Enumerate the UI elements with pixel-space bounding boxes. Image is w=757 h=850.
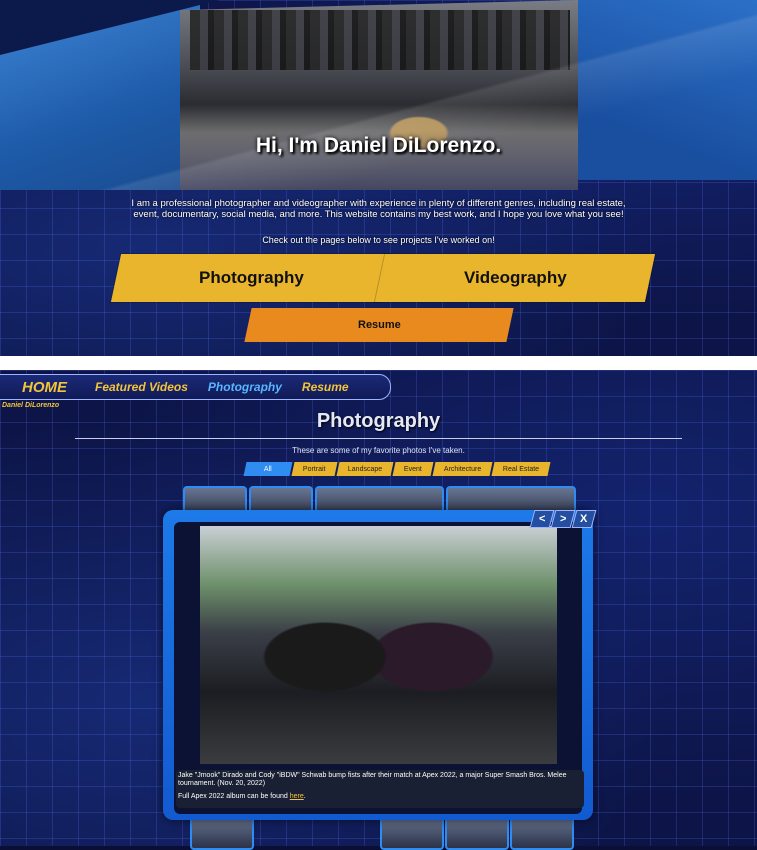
site-name: Daniel DiLorenzo — [2, 402, 60, 409]
photography-button[interactable]: Photography — [110, 254, 392, 302]
nav-featured-videos[interactable]: Featured Videos — [85, 380, 198, 394]
album-link[interactable]: here — [290, 793, 304, 800]
nav-resume[interactable]: Resume — [292, 380, 359, 394]
album-text: Full Apex 2022 album can be found here. — [178, 793, 306, 800]
page-subtitle: These are some of my favorite photos I'v… — [292, 446, 465, 455]
gallery-thumbnail[interactable] — [445, 815, 509, 850]
photography-button-label: Photography — [198, 268, 304, 287]
filter-portrait[interactable]: Portrait — [291, 462, 338, 476]
section-divider — [0, 356, 757, 370]
videography-button[interactable]: Videography — [374, 254, 656, 302]
filter-real-estate[interactable]: Real Estate — [491, 462, 551, 476]
gallery-thumbnail[interactable] — [510, 815, 574, 850]
gallery-thumbnail[interactable] — [380, 815, 444, 850]
hero-check-out-text: Check out the pages below to see project… — [262, 235, 495, 245]
lightbox-caption: Jake "Jmook" Dirado and Cody "iBDW" Schw… — [176, 770, 584, 808]
top-navbar: HOME Featured Videos Photography Resume — [0, 374, 391, 400]
hero-title: Hi, I'm Daniel DiLorenzo. — [255, 134, 502, 157]
filter-landscape[interactable]: Landscape — [336, 462, 394, 476]
caption-text: Jake "Jmook" Dirado and Cody "iBDW" Schw… — [178, 772, 567, 787]
filter-architecture[interactable]: Architecture — [432, 462, 493, 476]
filter-event[interactable]: Event — [392, 462, 434, 476]
filter-bar: All Portrait Landscape Event Architectur… — [243, 462, 551, 476]
resume-button[interactable]: Resume — [244, 308, 514, 342]
lightbox-photo — [200, 526, 557, 764]
gallery-thumbnail[interactable] — [190, 815, 254, 850]
title-divider — [75, 438, 682, 439]
resume-button-label: Resume — [357, 319, 401, 331]
hero-section: Hi, I'm Daniel DiLorenzo. I am a profess… — [0, 0, 757, 356]
filter-all[interactable]: All — [243, 462, 293, 476]
page-title: Photography — [316, 410, 441, 432]
nav-home[interactable]: HOME — [0, 379, 85, 396]
hero-intro: I am a professional photographer and vid… — [131, 198, 626, 220]
videography-button-label: Videography — [463, 268, 567, 287]
hero-shine — [0, 0, 757, 190]
nav-photography[interactable]: Photography — [198, 380, 292, 394]
